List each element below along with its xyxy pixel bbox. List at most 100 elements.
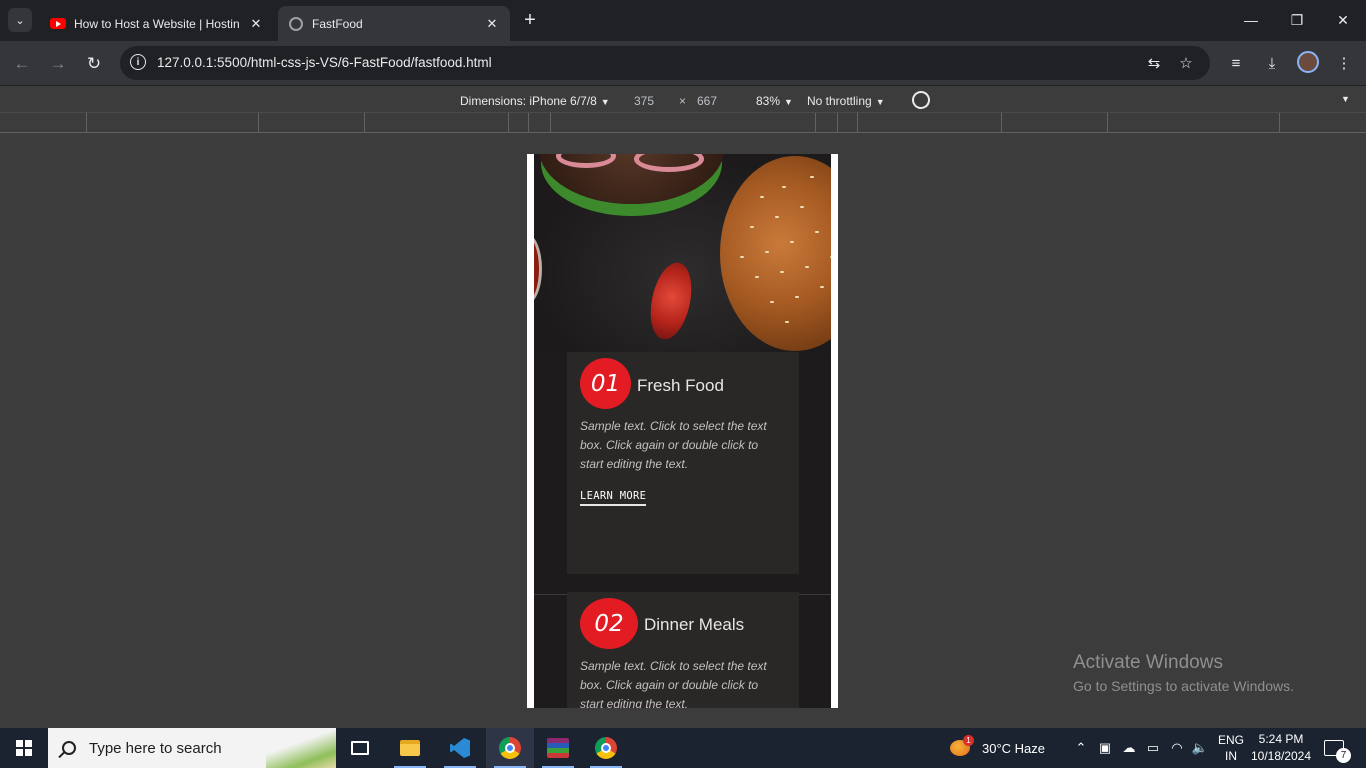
card-text: Sample text. Click to select the text bo… bbox=[580, 659, 767, 708]
card-text: Sample text. Click to select the text bo… bbox=[580, 419, 767, 471]
windows-taskbar: Type here to search 1 30°C Haze ⌃ ▣ ☁ ▭ … bbox=[0, 728, 1366, 768]
caret-down-icon: ▼ bbox=[600, 97, 610, 107]
winrar-icon bbox=[547, 738, 569, 758]
globe-icon bbox=[288, 16, 304, 32]
search-highlight-image bbox=[266, 728, 336, 768]
taskbar-search[interactable]: Type here to search bbox=[48, 728, 336, 768]
watermark-subtitle: Go to Settings to activate Windows. bbox=[1073, 678, 1294, 694]
tab-strip: ⌄ How to Host a Website | Hostin ✕ FastF… bbox=[0, 0, 1366, 41]
windows-logo-icon bbox=[16, 740, 32, 756]
close-icon[interactable]: ✕ bbox=[484, 16, 500, 32]
task-view-icon bbox=[351, 741, 369, 755]
hero-image-burger bbox=[534, 154, 831, 354]
vscode-button[interactable] bbox=[436, 728, 484, 768]
zoom-label: 83% bbox=[756, 94, 781, 108]
search-icon bbox=[62, 741, 76, 755]
media-control-icon[interactable]: ≡ bbox=[1224, 51, 1248, 75]
weather-sun-icon: 1 bbox=[950, 735, 974, 756]
tab-title: How to Host a Website | Hostin bbox=[74, 16, 240, 31]
start-button[interactable] bbox=[0, 728, 48, 768]
bookmark-star-icon[interactable]: ☆ bbox=[1176, 53, 1196, 73]
device-select[interactable]: Dimensions: iPhone 6/7/8 ▼ bbox=[460, 94, 610, 108]
card-title: Dinner Meals bbox=[644, 615, 745, 634]
throttling-select[interactable]: No throttling ▼ bbox=[807, 94, 885, 108]
browser-toolbar: ← → ↻ i 127.0.0.1:5500/html-css-js-VS/6-… bbox=[0, 41, 1366, 86]
more-menu-icon[interactable]: ⋮ bbox=[1332, 51, 1356, 75]
new-tab-button[interactable]: + bbox=[518, 10, 542, 32]
clock-time: 5:24 PM bbox=[1258, 732, 1304, 746]
caret-down-icon: ▼ bbox=[875, 97, 885, 107]
clock[interactable]: 5:24 PM 10/18/2024 bbox=[1249, 731, 1313, 765]
weather-text: 30°C Haze bbox=[982, 740, 1046, 756]
chrome-button-2[interactable] bbox=[582, 728, 630, 768]
caret-down-icon: ▼ bbox=[784, 97, 793, 107]
restore-button[interactable]: ❐ bbox=[1274, 6, 1320, 34]
arrow-left-icon: ← bbox=[13, 54, 31, 73]
close-icon[interactable]: ✕ bbox=[248, 16, 264, 32]
volume-icon[interactable]: 🔈 bbox=[1192, 740, 1208, 756]
winrar-button[interactable] bbox=[534, 728, 582, 768]
device-viewport: 01 Fresh Food Sample text. Click to sele… bbox=[527, 154, 838, 708]
card-number-badge: 01 bbox=[580, 358, 631, 409]
chrome-icon bbox=[499, 737, 521, 759]
throttling-label: No throttling bbox=[807, 94, 872, 108]
width-input[interactable]: 375 bbox=[634, 94, 654, 108]
search-placeholder: Type here to search bbox=[89, 739, 222, 757]
rotate-icon[interactable] bbox=[908, 87, 934, 113]
weather-widget[interactable]: 1 30°C Haze bbox=[950, 728, 1045, 768]
card-title: Fresh Food bbox=[637, 376, 724, 395]
device-toolbar-menu-icon[interactable]: ▼ bbox=[1341, 94, 1350, 104]
translate-icon[interactable]: ⇆ bbox=[1144, 53, 1164, 73]
media-query-bar bbox=[0, 113, 1366, 133]
back-button[interactable]: ← bbox=[9, 51, 35, 77]
times-sign: × bbox=[679, 94, 687, 108]
site-info-icon[interactable]: i bbox=[130, 54, 146, 70]
tab-search-button[interactable]: ⌄ bbox=[8, 8, 32, 32]
card-number-badge: 02 bbox=[580, 598, 638, 649]
youtube-icon bbox=[50, 16, 66, 32]
weather-badge: 1 bbox=[963, 735, 974, 746]
burger-bun bbox=[720, 156, 831, 351]
arrow-right-icon: → bbox=[49, 54, 67, 73]
language-code: ENG bbox=[1217, 733, 1244, 747]
device-toolbar: Dimensions: iPhone 6/7/8 ▼ 375 × 667 83% ▼… bbox=[0, 87, 1366, 113]
chevron-down-icon: ⌄ bbox=[15, 14, 25, 27]
sauce-bowl bbox=[534, 234, 542, 304]
activate-windows-watermark: Activate Windows Go to Settings to activ… bbox=[1073, 652, 1294, 694]
clock-date: 10/18/2024 bbox=[1250, 749, 1312, 763]
learn-more-link[interactable]: LEARN MORE bbox=[580, 490, 647, 506]
file-explorer-button[interactable] bbox=[386, 728, 434, 768]
language-indicator[interactable]: ENG IN bbox=[1216, 732, 1246, 764]
address-bar[interactable]: i 127.0.0.1:5500/html-css-js-VS/6-FastFo… bbox=[120, 46, 1210, 80]
fastfood-page: 01 Fresh Food Sample text. Click to sele… bbox=[534, 154, 831, 708]
meet-now-icon[interactable]: ▣ bbox=[1097, 740, 1113, 756]
onedrive-cloud-icon[interactable]: ☁ bbox=[1121, 740, 1137, 756]
region-code: IN bbox=[1225, 749, 1237, 763]
vscode-icon bbox=[450, 738, 470, 758]
close-window-button[interactable]: ✕ bbox=[1320, 6, 1366, 34]
minimize-button[interactable]: — bbox=[1228, 6, 1274, 34]
forward-button[interactable]: → bbox=[45, 51, 71, 77]
wifi-icon[interactable]: ◠ bbox=[1169, 740, 1185, 756]
cherry-tomato bbox=[644, 258, 698, 344]
reload-button[interactable]: ↻ bbox=[81, 51, 107, 77]
download-icon[interactable]: ⤓ bbox=[1260, 51, 1284, 75]
chrome-icon bbox=[595, 737, 617, 759]
folder-icon bbox=[400, 740, 420, 756]
feature-card: 01 Fresh Food Sample text. Click to sele… bbox=[567, 352, 799, 574]
height-input[interactable]: 667 bbox=[697, 94, 717, 108]
url-text[interactable]: 127.0.0.1:5500/html-css-js-VS/6-FastFood… bbox=[157, 55, 492, 70]
tab-title: FastFood bbox=[312, 16, 363, 31]
chevron-up-icon[interactable]: ⌃ bbox=[1073, 740, 1089, 756]
tab-youtube[interactable]: How to Host a Website | Hostin ✕ bbox=[40, 6, 274, 41]
reload-icon: ↻ bbox=[86, 54, 102, 73]
battery-icon[interactable]: ▭ bbox=[1145, 740, 1161, 756]
tab-fastfood[interactable]: FastFood ✕ bbox=[278, 6, 510, 41]
task-view-button[interactable] bbox=[336, 728, 384, 768]
chrome-button[interactable] bbox=[486, 728, 534, 768]
zoom-select[interactable]: 83% ▼ bbox=[756, 94, 793, 108]
profile-avatar[interactable] bbox=[1297, 51, 1319, 73]
notification-center-icon[interactable]: 7 bbox=[1324, 740, 1351, 763]
notification-count: 7 bbox=[1336, 748, 1351, 763]
feature-card: 02 Dinner Meals Sample text. Click to se… bbox=[567, 592, 799, 708]
